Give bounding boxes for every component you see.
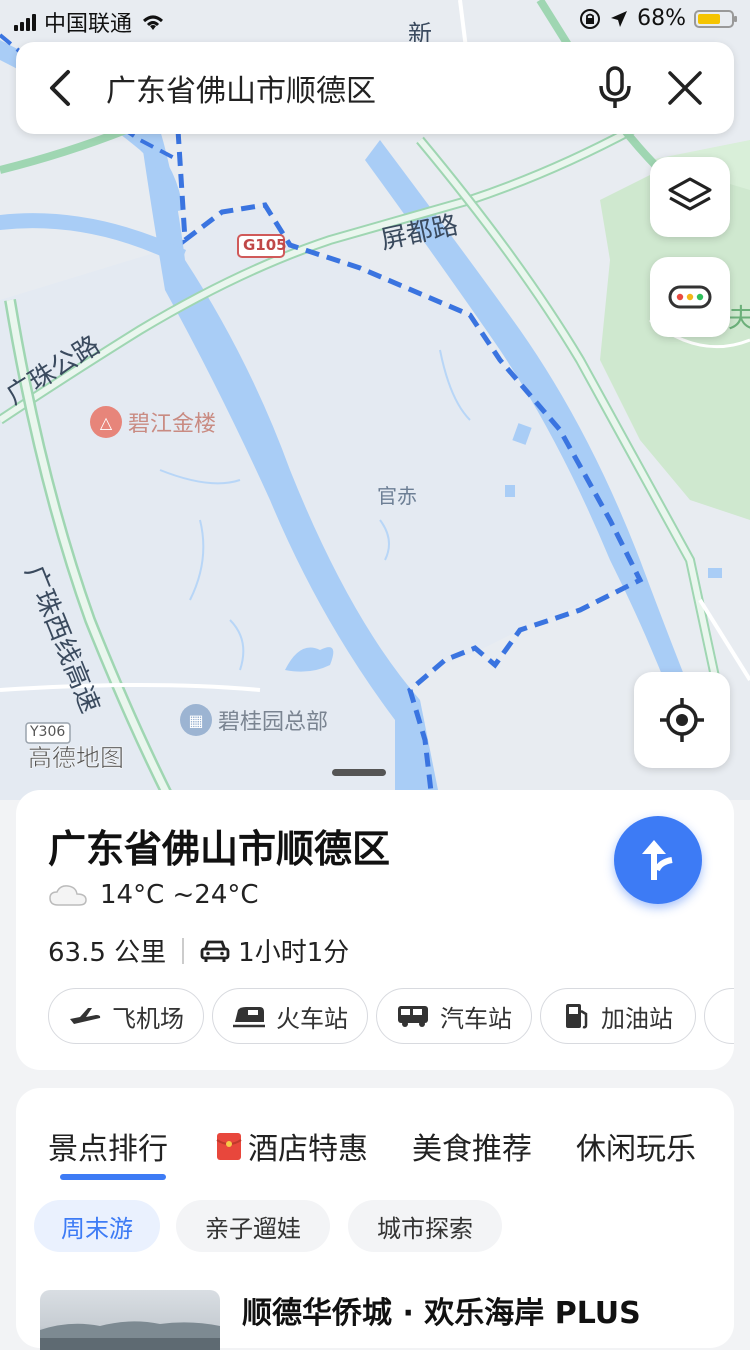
battery-icon — [694, 9, 737, 28]
carrier-name: 中国联通 — [44, 12, 133, 37]
tab-hotels-label: 酒店特惠 — [248, 1132, 368, 1167]
close-icon — [668, 71, 702, 105]
result-thumbnail[interactable] — [40, 1290, 220, 1350]
filter-city-explore[interactable]: 城市探索 — [348, 1200, 502, 1252]
plane-icon — [70, 1008, 101, 1024]
weather-row: 14°C ~24°C — [48, 880, 259, 910]
clear-search-button[interactable] — [650, 42, 720, 134]
red-envelope-icon — [216, 1133, 242, 1160]
area-label: 官赤 — [377, 484, 417, 508]
battery-percent: 68% — [637, 6, 686, 31]
discover-card: 景点排行 酒店特惠 美食推荐 休闲玩乐 周末游 亲子遛娃 城市探索 顺德华侨城 … — [16, 1088, 734, 1350]
traffic-button[interactable] — [650, 257, 730, 337]
crosshair-icon — [660, 698, 704, 742]
back-button[interactable] — [16, 42, 106, 134]
cellular-signal-icon — [14, 13, 36, 31]
place-title: 广东省佛山市顺德区 — [48, 827, 391, 871]
status-bar: 中国联通 68% — [0, 0, 750, 40]
divider — [182, 937, 185, 964]
distance-row: 63.5 公里 1小时1分 — [48, 932, 349, 969]
map-edge-text-right: 夫 — [728, 304, 750, 334]
search-bar: 广东省佛山市顺德区 — [16, 42, 734, 134]
poi-label: 碧桂园总部 — [218, 710, 329, 735]
filter-weekend[interactable]: 周末游 — [34, 1200, 160, 1252]
route-arrow-icon — [642, 840, 673, 880]
wifi-icon — [143, 15, 164, 30]
traffic-light-icon — [668, 285, 712, 309]
search-query[interactable]: 广东省佛山市顺德区 — [106, 66, 580, 110]
fuel-icon — [566, 1004, 588, 1029]
chip-label: 汽车站 — [440, 1004, 512, 1033]
rotation-lock-icon — [580, 8, 601, 29]
navigate-button[interactable] — [614, 816, 702, 904]
result-title[interactable]: 顺德华侨城 · 欢乐海岸 PLUS — [242, 1288, 641, 1332]
office-icon: ▦ — [180, 704, 212, 736]
chip-bus-station[interactable]: 汽车站 — [376, 988, 532, 1044]
chip-train-station[interactable]: 火车站 — [212, 988, 368, 1044]
landmark-icon: △ — [90, 406, 122, 438]
poi-bijiang-jinlou[interactable]: △ 碧江金楼 — [90, 406, 216, 438]
location-arrow-icon — [611, 10, 628, 27]
tab-hotels[interactable]: 酒店特惠 — [216, 1124, 368, 1168]
chip-airport[interactable]: 飞机场 — [48, 988, 204, 1044]
tab-attractions[interactable]: 景点排行 — [48, 1124, 168, 1168]
chip-label: 加油站 — [601, 1004, 673, 1033]
microphone-icon — [599, 66, 631, 108]
voice-search-button[interactable] — [580, 42, 650, 134]
cloud-icon — [49, 885, 87, 906]
sheet-drag-handle[interactable] — [332, 769, 386, 776]
tab-leisure[interactable]: 休闲玩乐 — [576, 1124, 696, 1168]
poi-country-garden-hq[interactable]: ▦ 碧桂园总部 — [180, 704, 328, 736]
layers-icon — [668, 177, 712, 211]
landscape-image — [40, 1321, 220, 1350]
weather-range: 14°C ~24°C — [100, 880, 259, 910]
distance-value: 63.5 公里 — [48, 938, 167, 968]
layers-button[interactable] — [650, 157, 730, 237]
filter-family[interactable]: 亲子遛娃 — [176, 1200, 330, 1252]
poi-label: 碧江金楼 — [128, 412, 217, 437]
chip-more[interactable] — [704, 988, 734, 1044]
train-icon — [233, 1007, 265, 1028]
chevron-left-icon — [50, 70, 70, 106]
active-tab-indicator — [60, 1174, 166, 1180]
nearby-chips: 飞机场 火车站 汽车站 加油站 — [48, 988, 734, 1046]
chip-gas-station[interactable]: 加油站 — [540, 988, 696, 1044]
chip-label: 飞机场 — [112, 1004, 184, 1033]
bus-icon — [398, 1006, 428, 1027]
map-brand-label: 高德地图 — [28, 744, 125, 773]
chip-label: 火车站 — [276, 1004, 348, 1033]
drive-time: 1小时1分 — [238, 938, 350, 968]
tab-food[interactable]: 美食推荐 — [412, 1124, 532, 1168]
locate-me-button[interactable] — [634, 672, 730, 768]
place-info-card: 广东省佛山市顺德区 14°C ~24°C 63.5 公里 1小时1分 飞机场 火… — [16, 790, 734, 1070]
highway-shield-label: G105 — [243, 236, 287, 254]
car-icon — [200, 940, 230, 962]
